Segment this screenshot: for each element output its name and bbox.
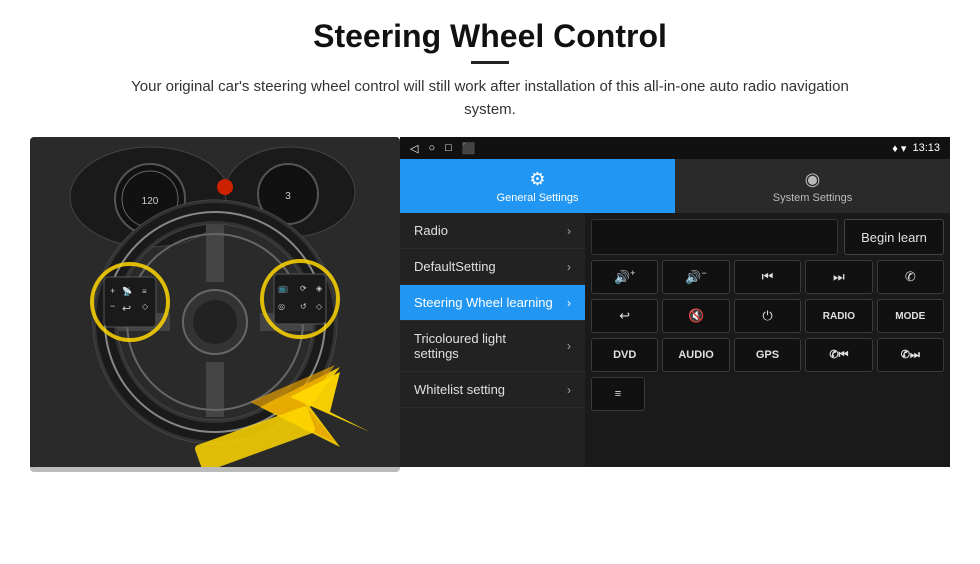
chevron-icon: › <box>567 260 571 274</box>
page-title: Steering Wheel Control <box>30 18 950 55</box>
prev-track-icon: ⏮ <box>762 269 774 285</box>
list-button[interactable]: ≡ <box>591 377 645 411</box>
svg-text:−: − <box>110 301 115 311</box>
back-icon[interactable]: ◁ <box>410 142 418 155</box>
svg-text:◇: ◇ <box>316 302 323 311</box>
power-icon: ⏻ <box>762 308 772 324</box>
audio-button[interactable]: AUDIO <box>662 338 729 372</box>
power-button[interactable]: ⏻ <box>734 299 801 333</box>
vol-down-icon: 🔊− <box>685 268 706 285</box>
svg-text:+: + <box>110 286 115 296</box>
clock: 13:13 <box>912 142 940 154</box>
svg-text:◇: ◇ <box>142 302 149 311</box>
nav-icons: ◁ ○ □ ⬛ <box>410 142 475 155</box>
control-buttons-row1: 🔊+ 🔊− ⏮ ⏭ ✆ <box>591 260 944 294</box>
title-underline <box>471 61 509 64</box>
menu-item-radio[interactable]: Radio › <box>400 213 585 249</box>
tel-prev-icon: ✆⏮ <box>829 348 848 362</box>
svg-text:📺: 📺 <box>278 284 288 293</box>
svg-text:120: 120 <box>142 196 159 207</box>
svg-text:3: 3 <box>285 191 291 202</box>
svg-text:◎: ◎ <box>278 302 285 311</box>
page-subtitle: Your original car's steering wheel contr… <box>110 76 870 121</box>
chevron-icon: › <box>567 339 571 353</box>
hang-up-icon: ↩ <box>619 308 630 324</box>
vol-up-button[interactable]: 🔊+ <box>591 260 658 294</box>
gps-button[interactable]: GPS <box>734 338 801 372</box>
menu-default-label: DefaultSetting <box>414 259 496 274</box>
menu-item-steering[interactable]: Steering Wheel learning › <box>400 285 585 321</box>
mute-icon: 🔇 <box>688 308 704 324</box>
tab-system-label: System Settings <box>773 192 852 204</box>
menu-icon[interactable]: ⬛ <box>462 142 476 155</box>
list-icon: ≡ <box>615 388 621 400</box>
begin-learn-row: Begin learn <box>591 219 944 255</box>
menu-item-tricolour[interactable]: Tricoloured lightsettings › <box>400 321 585 372</box>
tab-general-label: General Settings <box>497 192 579 204</box>
radio-button[interactable]: RADIO <box>805 299 872 333</box>
menu-radio-label: Radio <box>414 223 448 238</box>
location-icon: ♦ ▾ <box>892 142 906 155</box>
radio-label: RADIO <box>823 311 855 322</box>
phone-icon: ✆ <box>905 269 916 285</box>
chevron-icon: › <box>567 296 571 310</box>
vol-down-button[interactable]: 🔊− <box>662 260 729 294</box>
svg-text:⟳: ⟳ <box>300 284 307 293</box>
tablet-ui: ◁ ○ □ ⬛ ♦ ▾ 13:13 ⚙ General Settings ◉ <box>400 137 950 467</box>
key-input[interactable] <box>591 219 838 255</box>
svg-text:◈: ◈ <box>316 284 323 293</box>
tel-next-icon: ✆⏭ <box>901 348 920 362</box>
status-bar: ◁ ○ □ ⬛ ♦ ▾ 13:13 <box>400 137 950 159</box>
svg-text:≡: ≡ <box>142 287 147 296</box>
gps-label: GPS <box>756 349 779 361</box>
audio-label: AUDIO <box>678 349 713 361</box>
mute-button[interactable]: 🔇 <box>662 299 729 333</box>
menu-steering-label: Steering Wheel learning <box>414 295 553 310</box>
dvd-button[interactable]: DVD <box>591 338 658 372</box>
chevron-icon: › <box>567 224 571 238</box>
phone-button[interactable]: ✆ <box>877 260 944 294</box>
svg-text:↩: ↩ <box>122 303 131 315</box>
right-panel: Begin learn 🔊+ 🔊− ⏮ <box>585 213 950 467</box>
system-settings-icon: ◉ <box>805 169 821 190</box>
tab-system[interactable]: ◉ System Settings <box>675 159 950 213</box>
next-button[interactable]: ⏭ <box>805 260 872 294</box>
tel-next-button[interactable]: ✆⏭ <box>877 338 944 372</box>
prev-button[interactable]: ⏮ <box>734 260 801 294</box>
home-icon[interactable]: ○ <box>428 142 435 154</box>
general-settings-icon: ⚙ <box>529 169 545 190</box>
extra-row: ≡ <box>591 377 944 411</box>
content-row: 120 3 <box>30 137 950 472</box>
bottom-buttons: DVD AUDIO GPS ✆⏮ ✆⏭ <box>591 338 944 372</box>
control-buttons-row2: ↩ 🔇 ⏻ RADIO MODE <box>591 299 944 333</box>
mode-button[interactable]: MODE <box>877 299 944 333</box>
steering-wheel-image: 120 3 <box>30 137 400 472</box>
mode-label: MODE <box>895 311 925 322</box>
next-track-icon: ⏭ <box>833 269 845 285</box>
dvd-label: DVD <box>613 349 636 361</box>
begin-learn-button[interactable]: Begin learn <box>844 219 944 255</box>
menu-item-whitelist[interactable]: Whitelist setting › <box>400 372 585 408</box>
tel-prev-button[interactable]: ✆⏮ <box>805 338 872 372</box>
menu-tricolour-label: Tricoloured lightsettings <box>414 331 506 361</box>
status-right: ♦ ▾ 13:13 <box>892 142 940 155</box>
menu-item-default[interactable]: DefaultSetting › <box>400 249 585 285</box>
settings-menu: Radio › DefaultSetting › Steering Wheel … <box>400 213 585 467</box>
chevron-icon: › <box>567 383 571 397</box>
page-wrapper: Steering Wheel Control Your original car… <box>0 0 980 482</box>
svg-text:↺: ↺ <box>300 302 307 311</box>
tab-bar: ⚙ General Settings ◉ System Settings <box>400 159 950 213</box>
menu-whitelist-label: Whitelist setting <box>414 382 505 397</box>
main-content: Radio › DefaultSetting › Steering Wheel … <box>400 213 950 467</box>
svg-text:📡: 📡 <box>122 286 132 296</box>
tab-general[interactable]: ⚙ General Settings <box>400 159 675 213</box>
hang-up-button[interactable]: ↩ <box>591 299 658 333</box>
recents-icon[interactable]: □ <box>445 142 452 154</box>
vol-up-icon: 🔊+ <box>614 268 635 285</box>
